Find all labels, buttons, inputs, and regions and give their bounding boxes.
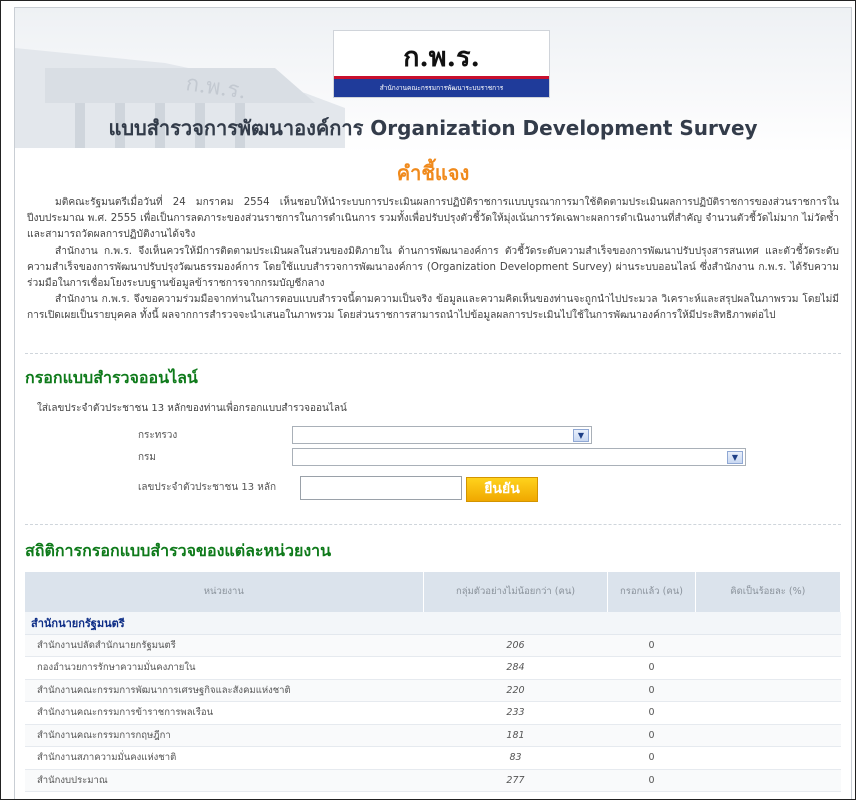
percent-value xyxy=(695,746,841,770)
table-row: สำนักงานคณะกรรมการพัฒนาการเศรษฐกิจและสัง… xyxy=(25,679,841,703)
unit-name: สำนักงานคณะกรรมการข้าราชการพลเรือน xyxy=(25,701,424,725)
chevron-down-icon[interactable]: ▼ xyxy=(573,428,589,442)
percent-value xyxy=(695,679,841,703)
online-form: กระทรวง ▼ กรม ▼ เลขประจำตัวประชาชน 13 หล… xyxy=(15,424,851,514)
online-form-heading: กรอกแบบสำรวจออนไลน์ xyxy=(25,367,198,387)
intro-heading: คำชี้แจง xyxy=(396,161,470,185)
table-row: สำนักงานคณะกรรมการกฤษฎีกา 181 0 xyxy=(25,724,841,748)
done-count: 0 xyxy=(607,634,696,658)
unit-name: สำนักงานคณะกรรมการพัฒนาการเศรษฐกิจและสัง… xyxy=(25,679,424,703)
percent-value xyxy=(695,701,841,725)
table-row: สำนักงานคณะกรรมการข้าราชการพลเรือน 233 0 xyxy=(25,701,841,725)
kpr-logo: ก.พ.ร. สำนักงานคณะกรรมการพัฒนาระบบราชการ xyxy=(333,30,550,98)
sample-count: 277 xyxy=(423,769,608,793)
intro-text: มติคณะรัฐมนตรีเมื่อวันที่ 24 มกราคม 2554… xyxy=(15,189,851,325)
unit-name: กองอำนวยการรักษาความมั่นคงภายใน xyxy=(25,656,424,680)
column-header-percent: คิดเป็นร้อยละ (%) xyxy=(695,571,842,612)
screenshot-frame: ก.พ.ร. ก.พ.ร. สำนักงานคณะกรรมการพัฒนาระบ… xyxy=(0,0,856,800)
confirm-button[interactable]: ยืนยัน xyxy=(466,476,538,502)
done-count: 0 xyxy=(607,746,696,770)
done-count: 0 xyxy=(607,679,696,703)
intro-paragraph: สำนักงาน ก.พ.ร. จึงเห็นควรให้มีการติดตาม… xyxy=(27,245,839,290)
column-header-unit: หน่วยงาน xyxy=(25,571,424,612)
department-label: กรม xyxy=(138,451,157,463)
table-row: กองอำนวยการรักษาความมั่นคงภายใน 284 0 xyxy=(25,656,841,680)
table-header-row: หน่วยงาน กลุ่มตัวอย่างไม่น้อยกว่า (คน) ก… xyxy=(25,571,842,612)
intro-paragraph: สำนักงาน ก.พ.ร. จึงขอความร่วมมือจากท่านใ… xyxy=(27,294,839,322)
done-count: 0 xyxy=(607,701,696,725)
done-count: 0 xyxy=(607,656,696,680)
table-row: สำนักงานสภาความมั่นคงแห่งชาติ 83 0 xyxy=(25,746,841,770)
logo-text: ก.พ.ร. xyxy=(403,42,480,73)
ministry-select[interactable]: ▼ xyxy=(292,425,592,444)
stats-heading: สถิติการกรอกแบบสำรวจของแต่ละหน่วยงาน xyxy=(25,540,332,560)
table-row: สำนักงานปลัดสำนักนายกรัฐมนตรี 206 0 xyxy=(25,634,841,658)
group-name: สำนักนายกรัฐมนตรี xyxy=(25,611,841,635)
stats-table: หน่วยงาน กลุ่มตัวอย่างไม่น้อยกว่า (คน) ก… xyxy=(25,571,842,793)
column-header-done: กรอกแล้ว (คน) xyxy=(607,571,696,612)
page-title: แบบสำรวจการพัฒนาองค์การ Organization Dev… xyxy=(108,116,758,140)
chevron-down-icon[interactable]: ▼ xyxy=(727,450,743,464)
citizen-id-label: เลขประจำตัวประชาชน 13 หลัก xyxy=(138,481,277,493)
unit-name: สำนักงานคณะกรรมการกฤษฎีกา xyxy=(25,724,424,748)
sample-count: 220 xyxy=(423,679,608,703)
logo-subtitle: สำนักงานคณะกรรมการพัฒนาระบบราชการ xyxy=(379,84,504,92)
page: ก.พ.ร. ก.พ.ร. สำนักงานคณะกรรมการพัฒนาระบ… xyxy=(14,7,852,799)
column-header-sample: กลุ่มตัวอย่างไม่น้อยกว่า (คน) xyxy=(423,571,609,612)
sample-count: 233 xyxy=(423,701,608,725)
sample-count: 83 xyxy=(423,746,608,770)
divider xyxy=(25,523,841,525)
unit-name: สำนักงานสภาความมั่นคงแห่งชาติ xyxy=(25,746,424,770)
sample-count: 284 xyxy=(423,656,608,680)
ministry-label: กระทรวง xyxy=(138,429,178,441)
percent-value xyxy=(695,656,841,680)
percent-value xyxy=(695,634,841,658)
online-form-note: ใส่เลขประจำตัวประชาชน 13 หลักของท่านเพื่… xyxy=(37,402,347,414)
sample-count: 206 xyxy=(423,634,608,658)
table-row: สำนักงบประมาณ 277 0 xyxy=(25,769,841,793)
divider xyxy=(25,352,841,354)
sample-count: 181 xyxy=(423,724,608,748)
done-count: 0 xyxy=(607,724,696,748)
header-banner: ก.พ.ร. ก.พ.ร. สำนักงานคณะกรรมการพัฒนาระบ… xyxy=(15,8,851,153)
department-select[interactable]: ▼ xyxy=(292,447,746,466)
percent-value xyxy=(695,769,841,793)
unit-name: สำนักงานปลัดสำนักนายกรัฐมนตรี xyxy=(25,634,424,658)
citizen-id-input[interactable] xyxy=(300,475,462,500)
done-count: 0 xyxy=(607,769,696,793)
group-row: สำนักนายกรัฐมนตรี xyxy=(25,611,841,635)
intro-paragraph: มติคณะรัฐมนตรีเมื่อวันที่ 24 มกราคม 2554… xyxy=(27,197,839,241)
percent-value xyxy=(695,724,841,748)
unit-name: สำนักงบประมาณ xyxy=(25,769,424,793)
